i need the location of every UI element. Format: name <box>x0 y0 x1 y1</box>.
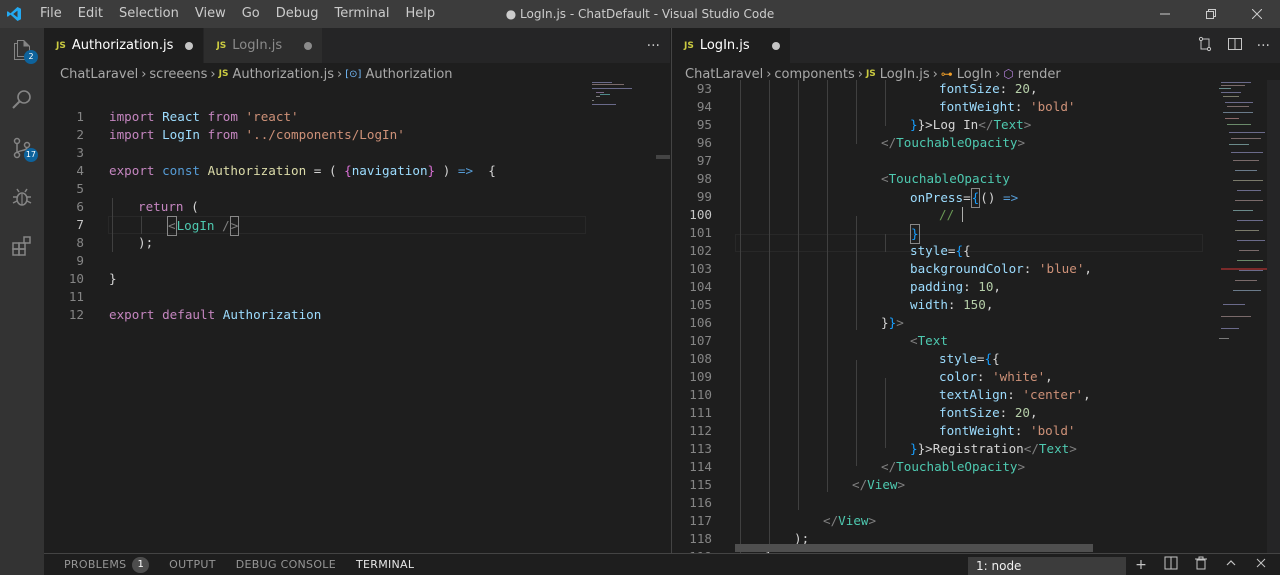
tab-terminal[interactable]: TERMINAL <box>355 554 415 575</box>
indent-guide <box>856 80 857 144</box>
overview-ruler-mark <box>656 155 670 159</box>
split-editor-icon[interactable] <box>1227 36 1243 56</box>
menu-debug[interactable]: Debug <box>268 0 327 28</box>
panel-actions: + <box>1132 554 1280 575</box>
indent-guide <box>141 216 142 234</box>
bottom-panel: PROBLEMS 1 OUTPUT DEBUG CONSOLE TERMINAL… <box>44 553 1280 575</box>
indent-guide <box>740 80 741 553</box>
indent-guide <box>798 80 799 510</box>
close-icon[interactable] <box>1234 0 1280 28</box>
menu-go[interactable]: Go <box>234 0 268 28</box>
indent-guide <box>769 80 770 546</box>
code-editor[interactable]: 93 fontSize: 20, 94 fontWeight: 'bold' 95}… <box>672 80 1212 553</box>
panel-tab-label: OUTPUT <box>169 558 216 571</box>
unsaved-dot-icon[interactable] <box>771 41 780 50</box>
source-control-icon[interactable]: 17 <box>0 126 44 170</box>
js-file-icon: JS <box>865 69 876 79</box>
more-actions-icon[interactable]: ··· <box>647 38 660 54</box>
js-file-icon: JS <box>56 40 66 51</box>
indent-guide <box>856 216 857 330</box>
tab-actions: ··· <box>647 28 670 63</box>
explorer-icon[interactable]: 2 <box>0 28 44 72</box>
window-controls <box>1142 0 1280 28</box>
tab-actions: ··· <box>1197 28 1280 63</box>
tab-label: LogIn.js <box>699 38 750 53</box>
menu-help[interactable]: Help <box>397 0 443 28</box>
more-actions-icon[interactable]: ··· <box>1257 38 1270 54</box>
activity-bar: 2 17 <box>0 28 44 575</box>
explorer-badge: 2 <box>24 50 38 64</box>
tab-label: LogIn.js <box>232 38 283 53</box>
menu-file[interactable]: File <box>32 0 70 28</box>
variable-symbol-icon: [⊙] <box>345 68 362 80</box>
minimize-icon[interactable] <box>1142 0 1188 28</box>
vscode-logo-icon <box>0 0 28 28</box>
minimap[interactable] <box>592 80 657 550</box>
editor-group-left: JS Authorization.js JS LogIn.js ··· Chat… <box>44 28 670 553</box>
js-file-icon: JS <box>218 69 229 79</box>
indent-guide <box>885 234 886 252</box>
extensions-icon[interactable] <box>0 224 44 268</box>
right-tab-bar: JS LogIn.js ··· <box>672 28 1280 63</box>
title-bar: File Edit Selection View Go Debug Termin… <box>0 0 1280 28</box>
indent-guide <box>885 80 886 126</box>
indent-guide <box>827 80 828 492</box>
code-editor[interactable]: 1 import React from 'react' 2 import LogIn… <box>44 80 604 550</box>
menu-edit[interactable]: Edit <box>70 0 111 28</box>
split-terminal-icon[interactable] <box>1162 556 1180 574</box>
menu-bar: File Edit Selection View Go Debug Termin… <box>32 0 443 28</box>
tab-label: Authorization.js <box>71 38 174 53</box>
debug-icon[interactable] <box>0 175 44 219</box>
method-symbol-icon: ⬡ <box>1003 67 1014 81</box>
minimap[interactable] <box>1217 80 1267 360</box>
tab-login-js[interactable]: JS LogIn.js <box>204 28 324 63</box>
new-terminal-icon[interactable]: + <box>1132 557 1150 573</box>
tab-output[interactable]: OUTPUT <box>169 554 216 575</box>
menu-view[interactable]: View <box>187 0 234 28</box>
indent-guide <box>112 198 113 252</box>
class-symbol-icon: ⊶ <box>940 67 953 81</box>
panel-tab-label: TERMINAL <box>355 557 415 571</box>
indent-guide <box>856 360 857 466</box>
js-file-icon: JS <box>216 40 227 51</box>
source-control-badge: 17 <box>23 148 38 162</box>
maximize-panel-icon[interactable] <box>1222 557 1240 573</box>
panel-tab-label: DEBUG CONSOLE <box>235 558 336 571</box>
unsaved-dot-icon[interactable] <box>304 41 313 50</box>
menu-terminal[interactable]: Terminal <box>327 0 398 28</box>
unsaved-dot-icon[interactable] <box>185 41 194 50</box>
js-file-icon: JS <box>684 40 694 51</box>
indent-guide <box>885 378 886 448</box>
terminal-select[interactable]: 1: node <box>968 557 1126 575</box>
tab-debug-console[interactable]: DEBUG CONSOLE <box>236 554 336 575</box>
menu-selection[interactable]: Selection <box>111 0 187 28</box>
vertical-scrollbar[interactable] <box>1267 80 1280 553</box>
tab-problems[interactable]: PROBLEMS 1 <box>64 554 150 575</box>
left-tab-bar: JS Authorization.js JS LogIn.js ··· <box>44 28 670 63</box>
tab-login-js[interactable]: JS LogIn.js <box>672 28 791 63</box>
kill-terminal-icon[interactable] <box>1192 556 1210 574</box>
editor-group-right: JS LogIn.js ··· ChatLaravel › components… <box>671 28 1280 553</box>
panel-tab-label: PROBLEMS <box>64 558 127 571</box>
open-changes-icon[interactable] <box>1197 36 1213 56</box>
close-panel-icon[interactable] <box>1252 557 1270 573</box>
restore-icon[interactable] <box>1188 0 1234 28</box>
tab-authorization-js[interactable]: JS Authorization.js <box>44 28 205 63</box>
horizontal-scrollbar[interactable] <box>735 544 1093 552</box>
problems-count-badge: 1 <box>132 556 150 573</box>
search-icon[interactable] <box>0 77 44 121</box>
